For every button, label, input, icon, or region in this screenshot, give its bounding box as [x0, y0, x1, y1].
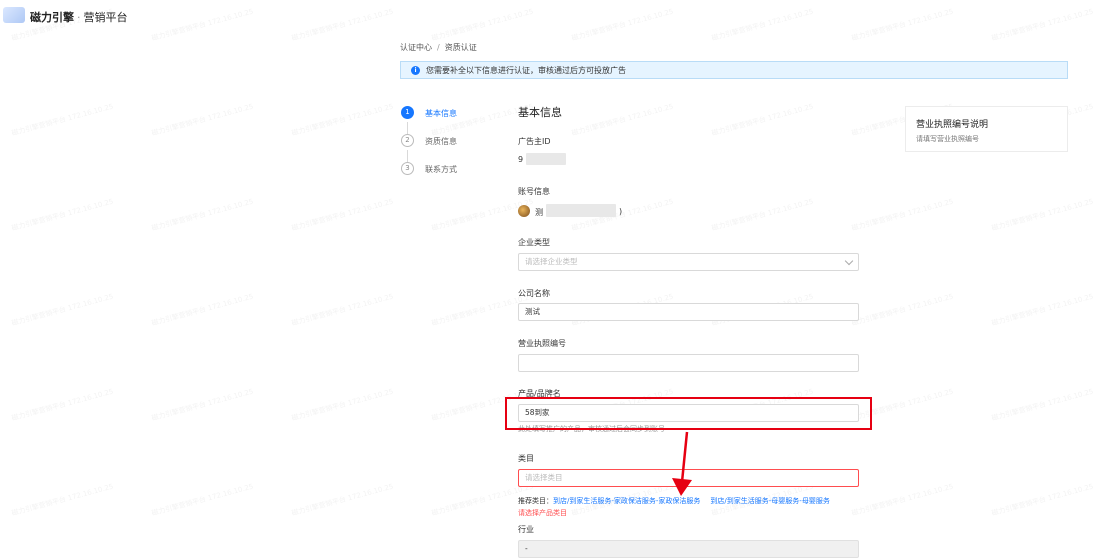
watermark-text: 磁力引擎营销平台 172.16.10.25 [290, 102, 395, 138]
category-error: 请选择产品类目 [518, 509, 567, 517]
brand-separator: · [77, 11, 81, 24]
step-number: 3 [401, 162, 414, 175]
watermark-text: 磁力引擎营销平台 172.16.10.25 [150, 482, 255, 518]
watermark-text: 磁力引擎营销平台 172.16.10.25 [150, 102, 255, 138]
category-select[interactable]: 请选择类目 [518, 469, 859, 487]
annotation-highlight-box [505, 397, 872, 430]
account-label: 账号信息 [518, 187, 550, 196]
logo-icon [3, 7, 25, 23]
info-notice: i 您需要补全以下信息进行认证，审核通过后方可投放广告 [400, 61, 1068, 79]
watermark-text: 磁力引擎营销平台 172.16.10.25 [850, 292, 955, 328]
watermark-text: 磁力引擎营销平台 172.16.10.25 [10, 102, 115, 138]
watermark-text: 磁力引擎营销平台 172.16.10.25 [990, 292, 1095, 328]
advertiser-id-label: 广告主ID [518, 137, 551, 146]
watermark-text: 磁力引擎营销平台 172.16.10.25 [990, 482, 1095, 518]
platform-name: 营销平台 [83, 11, 128, 24]
info-icon: i [411, 65, 420, 75]
account-value-suffix: ) [619, 207, 623, 216]
category-label: 类目 [518, 454, 534, 463]
watermark-text: 磁力引擎营销平台 172.16.10.25 [570, 102, 675, 138]
account-value-prefix: 测 [535, 208, 543, 217]
watermark-text: 磁力引擎营销平台 172.16.10.25 [710, 102, 815, 138]
help-card: 营业执照编号说明 请填写营业执照编号 [905, 106, 1068, 152]
notice-text: 您需要补全以下信息进行认证，审核通过后方可投放广告 [426, 65, 626, 75]
watermark-text: 磁力引擎营销平台 172.16.10.25 [290, 482, 395, 518]
company-name-input[interactable]: 测试 [518, 303, 859, 321]
step-qualification[interactable]: 2 资质信息 [401, 134, 457, 162]
redaction-mask [526, 153, 566, 165]
company-type-label: 企业类型 [518, 238, 550, 247]
category-placeholder: 请选择类目 [525, 473, 563, 482]
breadcrumb-current: 资质认证 [444, 43, 477, 52]
recommend-categories: 推荐类目：到店/到家生活服务-家政保洁服务-家政保洁服务 到店/到家生活服务-母婴… [518, 496, 830, 506]
company-name-value: 测试 [525, 307, 540, 316]
industry-value: - [525, 544, 528, 553]
step-label: 基本信息 [425, 109, 457, 118]
recommend-link-1[interactable]: 到店/到家生活服务-家政保洁服务-家政保洁服务 [553, 497, 700, 505]
breadcrumb-root[interactable]: 认证中心 [400, 43, 432, 52]
watermark-text: 磁力引擎营销平台 172.16.10.25 [10, 387, 115, 423]
step-basic-info[interactable]: 1 基本信息 [401, 106, 457, 134]
top-bar: 磁力引擎 · 营销平台 [0, 0, 1120, 32]
redaction-mask [546, 204, 616, 217]
watermark-text: 磁力引擎营销平台 172.16.10.25 [850, 482, 955, 518]
industry-input: - [518, 540, 859, 558]
watermark-text: 磁力引擎营销平台 172.16.10.25 [150, 292, 255, 328]
help-card-title: 营业执照编号说明 [916, 120, 989, 130]
help-card-desc: 请填写营业执照编号 [916, 135, 979, 143]
license-label: 营业执照编号 [518, 339, 566, 348]
watermark-text: 磁力引擎营销平台 172.16.10.25 [850, 197, 955, 233]
breadcrumb-separator: / [437, 43, 440, 52]
watermark-text: 磁力引擎营销平台 172.16.10.25 [990, 197, 1095, 233]
company-name-label: 公司名称 [518, 289, 550, 298]
recommend-link-2[interactable]: 到店/到家生活服务-母婴服务-母婴服务 [710, 497, 829, 505]
step-label: 联系方式 [425, 165, 457, 174]
watermark-text: 磁力引擎营销平台 172.16.10.25 [290, 292, 395, 328]
brand: 磁力引擎 · 营销平台 [30, 9, 128, 25]
breadcrumb: 认证中心 / 资质认证 [400, 42, 477, 53]
watermark-text: 磁力引擎营销平台 172.16.10.25 [990, 387, 1095, 423]
watermark-text: 磁力引擎营销平台 172.16.10.25 [10, 197, 115, 233]
step-number: 2 [401, 134, 414, 147]
watermark-text: 磁力引擎营销平台 172.16.10.25 [710, 197, 815, 233]
chevron-down-icon [844, 256, 854, 266]
step-number: 1 [401, 106, 414, 119]
recommend-prefix: 推荐类目： [518, 497, 553, 505]
company-type-placeholder: 请选择企业类型 [525, 257, 578, 266]
watermark-text: 磁力引擎营销平台 172.16.10.25 [150, 197, 255, 233]
license-input[interactable] [518, 354, 859, 372]
watermark-text: 磁力引擎营销平台 172.16.10.25 [290, 387, 395, 423]
step-label: 资质信息 [425, 137, 457, 146]
watermark-text: 磁力引擎营销平台 172.16.10.25 [290, 197, 395, 233]
industry-label: 行业 [518, 525, 534, 534]
watermark-text: 磁力引擎营销平台 172.16.10.25 [10, 292, 115, 328]
step-contact[interactable]: 3 联系方式 [401, 162, 457, 190]
watermark-text: 磁力引擎营销平台 172.16.10.25 [10, 482, 115, 518]
steps-nav: 1 基本信息 2 资质信息 3 联系方式 [401, 106, 457, 190]
section-title: 基本信息 [518, 106, 562, 119]
watermark-text: 磁力引擎营销平台 172.16.10.25 [150, 387, 255, 423]
company-type-select[interactable]: 请选择企业类型 [518, 253, 859, 271]
advertiser-id-value: 9 [518, 155, 524, 164]
brand-name: 磁力引擎 [30, 11, 74, 24]
account-avatar [518, 205, 530, 217]
